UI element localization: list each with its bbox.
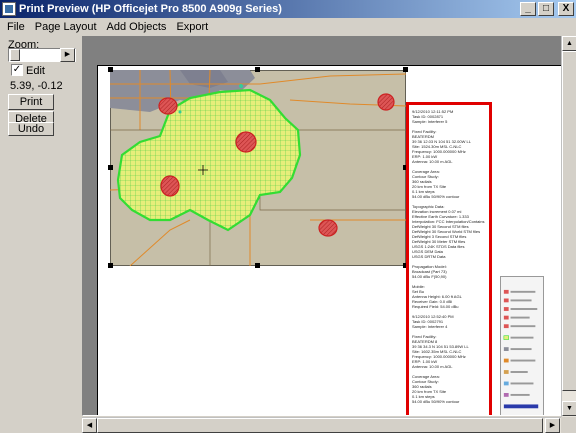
selection-handle-bottom[interactable] — [255, 263, 260, 268]
maximize-button[interactable]: □ — [538, 2, 554, 16]
coordinate-readout: 5.39, -0.12 — [10, 80, 63, 92]
menu-add-objects[interactable]: Add Objects — [102, 21, 172, 33]
print-button[interactable]: Print — [8, 94, 54, 110]
selection-handle-tl[interactable] — [108, 67, 113, 72]
zoom-slider-right-arrow[interactable]: ▶ — [60, 48, 75, 62]
scroll-right-arrow[interactable]: ▶ — [545, 418, 560, 433]
vertical-scrollbar[interactable]: ▲ ▼ — [561, 36, 576, 417]
window-title: Print Preview (HP Officejet Pro 8500 A90… — [19, 3, 282, 15]
menu-export[interactable]: Export — [171, 21, 213, 33]
close-button[interactable]: X — [558, 2, 574, 16]
zoom-slider-thumb[interactable] — [10, 49, 20, 61]
print-page: 9/12/2010 12:11:52 PM Task ID: 0002871 Sam… — [97, 65, 561, 415]
report-line: 54.00 dBu 50/90% contour — [412, 399, 460, 404]
selection-handle-bl[interactable] — [108, 263, 113, 268]
menu-page-layout[interactable]: Page Layout — [30, 21, 102, 33]
preview-canvas[interactable]: 9/12/2010 12:11:52 PM Task ID: 0002871 Sam… — [82, 36, 562, 416]
selection-handle-left[interactable] — [108, 165, 113, 170]
minimize-button[interactable]: _ — [520, 2, 536, 16]
app-icon — [2, 2, 16, 16]
horizontal-scroll-thumb[interactable] — [97, 418, 543, 433]
left-panel: Zoom: ▶ ✓ Edit 5.39, -0.12 Print Delete … — [0, 36, 80, 433]
selection-handle-top[interactable] — [255, 67, 260, 72]
title-bar: Print Preview (HP Officejet Pro 8500 A90… — [0, 0, 576, 18]
selection-handle-tr[interactable] — [403, 67, 408, 72]
menu-file[interactable]: File — [2, 21, 30, 33]
map-legend — [500, 276, 544, 415]
scroll-up-arrow[interactable]: ▲ — [562, 36, 576, 51]
scroll-left-arrow[interactable]: ◀ — [82, 418, 97, 433]
undo-button[interactable]: Undo — [8, 122, 54, 136]
zoom-slider[interactable]: ▶ — [8, 48, 76, 62]
coverage-map[interactable] — [110, 70, 406, 266]
edit-label: Edit — [26, 65, 45, 77]
vertical-scroll-thumb[interactable] — [562, 51, 576, 391]
edit-checkbox[interactable]: ✓ — [11, 64, 23, 76]
study-report-box[interactable]: 9/12/2010 12:11:52 PM Task ID: 0002871 Sam… — [406, 102, 492, 415]
horizontal-scrollbar[interactable]: ◀ ▶ — [82, 417, 561, 433]
scroll-down-arrow[interactable]: ▼ — [562, 401, 576, 416]
menu-bar: File Page Layout Add Objects Export — [0, 18, 576, 36]
